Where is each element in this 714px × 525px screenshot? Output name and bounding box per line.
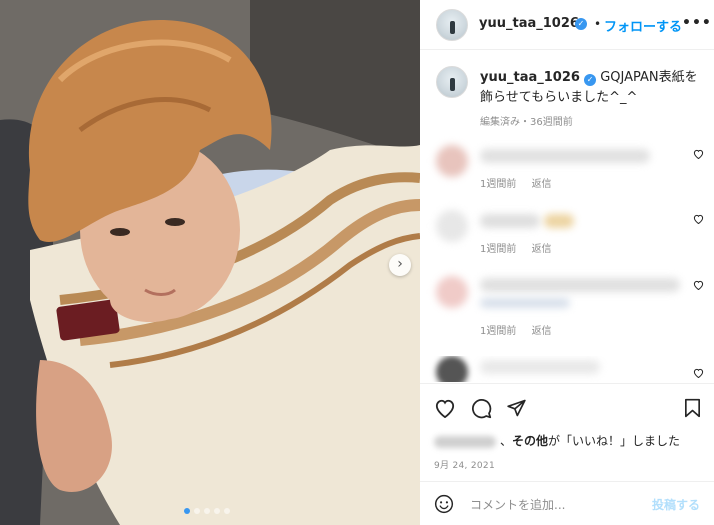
reply-button[interactable]: 返信: [532, 326, 552, 337]
comment-item: 1週間前 返信: [420, 145, 714, 205]
smiley-icon[interactable]: [434, 494, 454, 514]
comment-time: 1週間前: [480, 179, 517, 190]
author-username[interactable]: yuu_taa_1026: [479, 16, 579, 31]
carousel-dot: [194, 508, 200, 514]
likes-separator: 、: [500, 434, 513, 448]
heart-icon[interactable]: [693, 280, 704, 290]
comment-item: [420, 356, 714, 382]
follow-button[interactable]: フォローする: [604, 16, 682, 35]
carousel-dot: [214, 508, 220, 514]
post-photo-art: [0, 0, 420, 525]
comment-meta: 1週間前 返信: [480, 322, 564, 337]
commenter-avatar[interactable]: [436, 276, 468, 308]
comment-item: 1週間前 返信: [420, 210, 714, 270]
more-options-icon[interactable]: •••: [682, 15, 712, 31]
comment-input-bar: コメントを追加... 投稿する: [420, 481, 714, 525]
header-separator: •: [594, 17, 602, 31]
verified-badge-icon: ✓: [584, 74, 597, 86]
post-date: 9月 24, 2021: [434, 461, 495, 471]
carousel-dots: [184, 508, 230, 514]
caption-meta: 編集済み・36週間前: [480, 117, 573, 128]
blurred-comment-text: [480, 298, 570, 308]
bookmark-icon[interactable]: [684, 398, 701, 418]
comment-meta: 1週間前 返信: [480, 175, 564, 190]
comment-time: 1週間前: [480, 326, 517, 337]
comment-input[interactable]: コメントを追加...: [470, 496, 565, 513]
comment-bubble-icon[interactable]: [471, 398, 492, 419]
commenter-avatar[interactable]: [436, 356, 468, 382]
author-avatar[interactable]: [436, 9, 468, 41]
post-photo[interactable]: ›: [0, 0, 420, 525]
heart-icon[interactable]: [693, 214, 704, 224]
reply-button[interactable]: 返信: [532, 179, 552, 190]
post-sidebar: yuu_taa_1026 ✓ • フォローする ••• yuu_taa_1026…: [420, 0, 714, 525]
likes-summary: 、その他が「いいね！」しました: [434, 432, 680, 449]
likes-suffix: が「いいね！」しました: [548, 434, 681, 448]
comment-meta: 1週間前 返信: [480, 240, 564, 255]
post-caption: yuu_taa_1026 ✓ GQJAPAN表紙を飾らせてもらいました^_^: [480, 68, 704, 108]
comment-time: 1週間前: [480, 244, 517, 255]
post-action-bar: [420, 383, 714, 433]
blurred-comment-text: [480, 149, 650, 163]
commenter-avatar[interactable]: [436, 145, 468, 177]
carousel-dot: [204, 508, 210, 514]
likes-others-link[interactable]: その他: [512, 434, 548, 448]
post-comment-button[interactable]: 投稿する: [652, 496, 700, 513]
carousel-dot: [184, 508, 190, 514]
carousel-next-button[interactable]: ›: [389, 254, 411, 276]
blurred-comment-text: [480, 214, 540, 228]
paper-plane-icon[interactable]: [506, 398, 527, 418]
reply-button[interactable]: 返信: [532, 244, 552, 255]
comment-item: 1週間前 返信: [420, 276, 714, 337]
verified-badge-icon: ✓: [575, 18, 587, 30]
blurred-comment-text: [480, 278, 680, 292]
caption-username[interactable]: yuu_taa_1026: [480, 70, 580, 85]
carousel-dot: [224, 508, 230, 514]
commenter-avatar[interactable]: [436, 210, 468, 242]
caption-avatar[interactable]: [436, 66, 468, 98]
blurred-liker-name[interactable]: [434, 435, 496, 448]
heart-icon[interactable]: [693, 368, 704, 378]
heart-icon[interactable]: [434, 398, 456, 418]
post-header: yuu_taa_1026 ✓ • フォローする •••: [420, 0, 714, 50]
blurred-comment-text: [480, 360, 600, 374]
heart-icon[interactable]: [693, 149, 704, 159]
blurred-emoji: [544, 214, 574, 228]
